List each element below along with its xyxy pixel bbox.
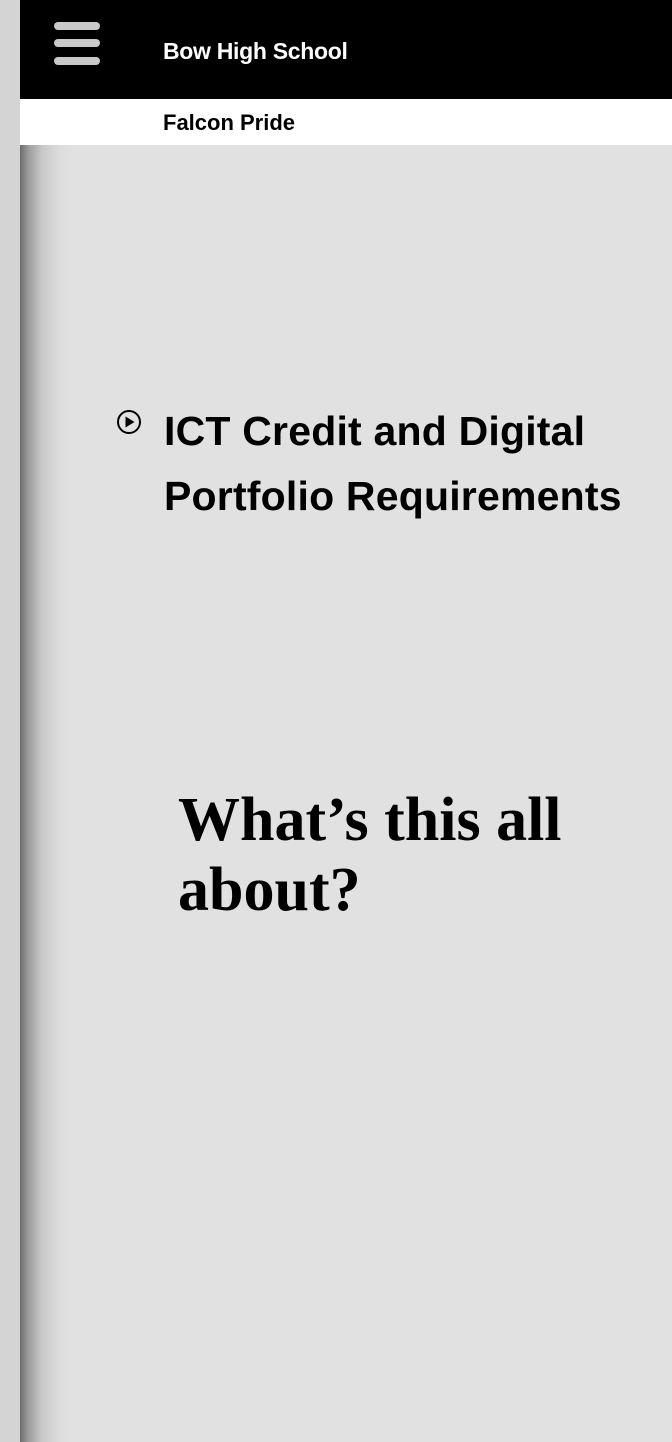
hamburger-menu-icon-bar-bottom [54,57,100,65]
link-title[interactable]: ICT Credit and Digital Portfolio Require… [164,399,624,529]
tagline: Falcon Pride [163,110,296,135]
menu-button[interactable] [52,21,102,69]
main-content: ICT Credit and Digital Portfolio Require… [20,145,672,1442]
play-circle-icon [117,410,141,434]
page: Bow High School Falcon Pride ICT Credit … [0,0,672,1442]
site-subheader: Falcon Pride [20,99,672,145]
site-header: Bow High School [20,0,672,99]
question-heading: What’s this all about? [178,786,562,924]
site-title[interactable]: Bow High School [163,36,348,66]
hamburger-menu-icon-bar-top [54,22,100,30]
content-shadow [20,145,74,1442]
hamburger-menu-icon-bar-middle [54,39,100,47]
left-rail [0,0,20,1442]
